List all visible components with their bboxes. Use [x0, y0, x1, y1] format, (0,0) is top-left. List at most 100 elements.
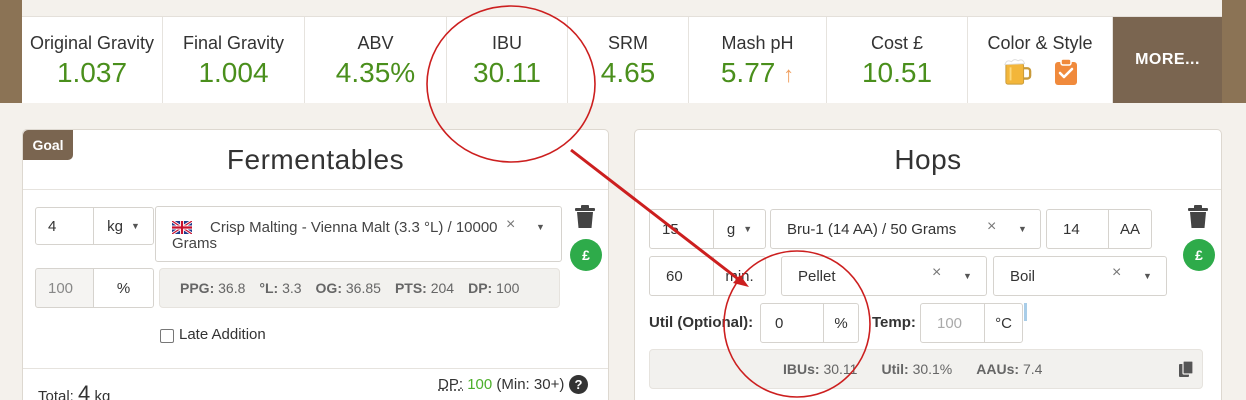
stat-label: Final Gravity	[182, 33, 285, 53]
page-side-left	[0, 0, 22, 103]
clear-icon[interactable]: ×	[1112, 264, 1121, 282]
stat-key: °L:	[259, 280, 279, 296]
stat-srm: SRM 4.65	[568, 17, 689, 103]
help-icon[interactable]: ?	[569, 375, 588, 394]
trash-icon[interactable]	[1187, 205, 1209, 229]
stat-label: ABV	[357, 33, 394, 53]
stat-abv: ABV 4.35%	[305, 17, 447, 103]
util-stat-label: Util:	[881, 361, 909, 377]
util-label: Util (Optional):	[649, 314, 754, 331]
stat-label: Color & Style	[987, 33, 1093, 53]
stat-val: 36.85	[345, 280, 381, 296]
total-label: Total:	[38, 388, 74, 400]
temp-input[interactable]: 100	[920, 303, 985, 343]
clear-icon[interactable]: ×	[932, 264, 941, 282]
hop-time-input[interactable]: 60	[649, 256, 714, 296]
util-percent-addon: %	[823, 303, 859, 343]
clear-icon[interactable]: ×	[987, 218, 996, 236]
aaus-label: AAUs:	[976, 361, 1020, 377]
chevron-down-icon[interactable]: ▼	[536, 222, 545, 232]
dp-value: 100	[467, 376, 493, 393]
stat-final-gravity: Final Gravity 1.004	[163, 17, 305, 103]
chevron-down-icon[interactable]: ▼	[963, 271, 972, 281]
hops-title: Hops	[635, 130, 1221, 190]
chevron-down-icon[interactable]: ▼	[1143, 271, 1152, 281]
stat-val: 204	[430, 280, 455, 296]
temp-slider-handle[interactable]	[1024, 303, 1027, 321]
pound-cost-button[interactable]: £	[570, 239, 602, 271]
stat-val: 100	[496, 280, 520, 296]
late-addition-checkbox[interactable]	[160, 329, 174, 343]
stat-label: Cost £	[870, 33, 924, 53]
percent-addon: %	[93, 268, 154, 308]
hop-use-select[interactable]: Boil	[993, 256, 1167, 296]
fermentable-unit-select[interactable]: kg ▼	[93, 207, 154, 245]
stat-value: 1.004	[198, 57, 269, 88]
temp-label: Temp:	[872, 314, 916, 331]
util-input[interactable]: 0	[760, 303, 824, 343]
stat-key: DP:	[468, 280, 493, 296]
chevron-down-icon: ▼	[743, 224, 753, 234]
page-side-right	[1222, 0, 1246, 103]
clear-icon[interactable]: ×	[506, 216, 515, 234]
fermentable-amount-input[interactable]: 4	[35, 207, 94, 245]
hop-aa-input[interactable]: 14	[1046, 209, 1109, 249]
fermentable-percent-input[interactable]: 100	[35, 268, 94, 308]
stat-key: PPG:	[180, 280, 215, 296]
stat-value: 1.037	[56, 57, 128, 88]
stat-label: Original Gravity	[29, 33, 155, 53]
stat-label: Mash pH	[721, 33, 794, 53]
divider	[23, 368, 608, 369]
hop-form-select[interactable]: Pellet	[781, 256, 987, 296]
late-addition-label[interactable]: Late Addition	[179, 326, 266, 343]
util-stat-value: 30.1%	[912, 361, 953, 377]
stat-val: 3.3	[282, 280, 302, 296]
stat-value: 30.11	[473, 57, 541, 88]
stat-original-gravity: Original Gravity 1.037	[22, 17, 163, 103]
hop-stats-well: IBUs: 30.11 Util: 30.1% AAUs: 7.4	[649, 349, 1203, 389]
stat-value-number: 5.77	[720, 57, 776, 88]
ibus-value: 30.11	[823, 361, 858, 377]
color-style-icons	[968, 58, 1112, 86]
fermentable-total: Total: 4 kg	[38, 381, 110, 400]
more-button[interactable]: MORE...	[1113, 17, 1222, 103]
fermentables-panel: Fermentables	[22, 129, 609, 400]
stat-label: SRM	[608, 33, 648, 53]
unit-label: kg	[107, 217, 123, 235]
stat-key: PTS:	[394, 280, 427, 296]
stat-color-style: Color & Style	[968, 17, 1113, 103]
clipboard-check-icon[interactable]	[1054, 58, 1078, 86]
fermentables-title: Fermentables	[23, 130, 608, 190]
stat-val: 36.8	[218, 280, 246, 296]
diastatic-power: DP: 100 (Min: 30+)	[438, 376, 564, 393]
stats-bar: Original Gravity 1.037 Final Gravity 1.0…	[22, 16, 1222, 103]
goal-badge[interactable]: Goal	[23, 130, 73, 160]
stat-value: 10.51	[861, 57, 933, 88]
grain-text: Crisp Malting - Vienna Malt (3.3 °L) / 1…	[172, 219, 498, 252]
arrow-up-icon: ↑	[783, 62, 795, 87]
stat-value: 4.35%	[335, 57, 416, 88]
temp-unit-addon: °C	[984, 303, 1023, 343]
hop-unit-select[interactable]: g ▼	[713, 209, 766, 249]
stat-cost: Cost £ 10.51	[827, 17, 968, 103]
unit-label: g	[726, 220, 736, 238]
ibus-label: IBUs:	[783, 361, 820, 377]
stat-ibu: IBU 30.11	[447, 17, 568, 103]
stat-key: OG:	[315, 280, 342, 296]
aa-addon: AA	[1108, 209, 1152, 249]
chevron-down-icon: ▼	[130, 221, 140, 231]
aaus-value: 7.4	[1022, 361, 1043, 377]
pound-cost-button[interactable]: £	[1183, 239, 1215, 271]
trash-icon[interactable]	[574, 205, 596, 229]
copy-icon[interactable]	[1179, 361, 1194, 378]
stat-label: IBU	[491, 33, 522, 53]
grain-line-1: Crisp Malting - Vienna Malt (3.3 °L) / 1…	[210, 219, 498, 236]
hop-variety-select[interactable]: Bru-1 (14 AA) / 50 Grams	[770, 209, 1041, 249]
hop-amount-input[interactable]: 15	[649, 209, 714, 249]
fermentable-grain-select[interactable]: Crisp Malting - Vienna Malt (3.3 °L) / 1…	[155, 206, 562, 262]
fermentable-stats-well: PPG: 36.8 °L: 3.3 OG: 36.85 PTS: 204 DP:…	[159, 268, 560, 308]
chevron-down-icon[interactable]: ▼	[1018, 224, 1027, 234]
uk-flag-icon	[172, 221, 192, 234]
beer-mug-icon[interactable]	[1002, 58, 1034, 86]
stat-value: 5.77 ↑	[689, 57, 826, 91]
